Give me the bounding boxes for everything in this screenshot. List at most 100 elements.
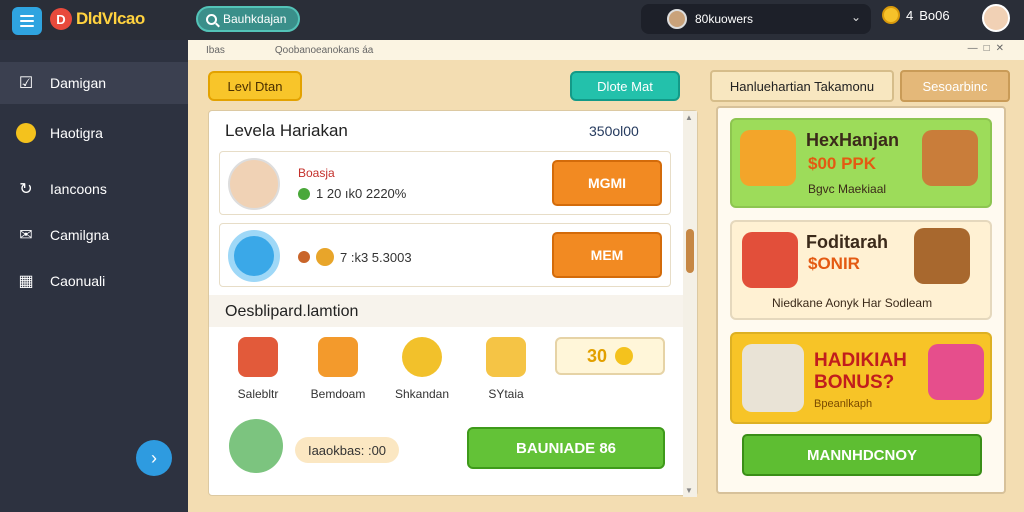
- window-controls[interactable]: —□✕: [968, 43, 1010, 54]
- panel-score: 350ol00: [589, 123, 639, 139]
- list-item: Boasja 1 20 ık0 2220% MGMI: [219, 151, 671, 215]
- item-stats: 7 :k3 5.3003: [298, 248, 412, 266]
- gift-item[interactable]: Bemdoam: [307, 337, 369, 401]
- coin-label: Bo06: [919, 7, 950, 23]
- reward-card[interactable]: HexHanjan $00 PPK Bgvc Maekiaal: [730, 118, 992, 208]
- sidebar: ☑ Damigan Haotigra ↻ Iancoons ✉ Camilgna…: [0, 40, 188, 512]
- sidebar-item-camilgna[interactable]: ✉ Camilgna: [0, 214, 188, 256]
- reward-card[interactable]: HADIKIAH BONUS? Bpeanlkaph: [730, 332, 992, 424]
- timer-pill: Iaaokbas: :00: [295, 437, 399, 463]
- coin-icon: [615, 347, 634, 365]
- sidebar-item-label: Iancoons: [50, 181, 107, 197]
- ring-avatar: [228, 230, 280, 282]
- scroll-up-icon[interactable]: ▲: [685, 113, 693, 122]
- reward-count: 30: [586, 345, 608, 366]
- rewards-action-button[interactable]: MANNHDCNOY: [742, 434, 982, 476]
- section-title: Oesblipard.lamtion: [225, 303, 359, 320]
- user-name: 80kuowers: [695, 12, 754, 26]
- user-avatar: [667, 9, 687, 29]
- robot-icon: [742, 344, 804, 412]
- hamburger-menu-icon[interactable]: [12, 7, 42, 35]
- card-title: Foditarah: [806, 232, 889, 252]
- sidebar-item-label: Caonuali: [50, 273, 106, 289]
- gift-label: Salebltr: [237, 387, 279, 401]
- chest-icon: [318, 337, 358, 377]
- tab-seasonal[interactable]: Sesoarbinc: [900, 70, 1010, 102]
- list-item: 7 :k3 5.3003 MEM: [219, 223, 671, 287]
- sidebar-item-damigan[interactable]: ☑ Damigan: [0, 62, 188, 104]
- calendar-icon: ▦: [18, 273, 34, 290]
- search-icon: [206, 13, 217, 25]
- gift-item[interactable]: SYtaia: [475, 337, 537, 401]
- player-avatar: [229, 419, 283, 473]
- card-title: HADIKIAH: [814, 350, 907, 371]
- checkbox-icon: ☑: [18, 75, 34, 92]
- expand-sidebar-button[interactable]: ›: [136, 440, 172, 476]
- sidebar-item-haotigra[interactable]: Haotigra: [0, 112, 188, 154]
- chest-icon: [914, 228, 970, 284]
- fruit-icon: [316, 248, 334, 266]
- coin-icon: [16, 123, 36, 143]
- player-avatar: [228, 158, 280, 210]
- breadcrumb-left[interactable]: Ibas: [206, 45, 225, 56]
- scrollbar[interactable]: ▲ ▼: [683, 111, 697, 497]
- top-bar: D DldVlcao Bauhkdajan 80kuowers ⌄ 4 Bo06: [0, 0, 1024, 40]
- sidebar-item-label: Damigan: [50, 75, 107, 91]
- user-dropdown[interactable]: 80kuowers ⌄: [641, 4, 871, 34]
- card-subtitle: Bpeanlkaph: [814, 398, 873, 410]
- claim-button[interactable]: BAUNIADE 86: [467, 427, 665, 469]
- sidebar-item-caonuali[interactable]: ▦ Caonuali: [0, 260, 188, 302]
- app-logo[interactable]: D DldVlcao: [50, 8, 145, 30]
- gift-bag-icon: [740, 130, 796, 186]
- envelope-icon: ✉: [19, 227, 33, 244]
- logo-mark-icon: D: [50, 8, 72, 30]
- scroll-thumb[interactable]: [686, 229, 694, 273]
- panel-title: Levela Hariakan: [225, 121, 348, 140]
- card-amount: $00 PPK: [808, 154, 877, 173]
- tab-bonuses[interactable]: Hanluehartian Takamonu: [710, 70, 894, 102]
- card-title: HexHanjan: [806, 130, 900, 150]
- banana-icon: [486, 337, 526, 377]
- player-stats: 1 20 ık0 2220%: [298, 186, 406, 201]
- sidebar-item-label: Camilgna: [50, 227, 110, 243]
- logo-text: DldVlcao: [76, 9, 145, 28]
- bean-icon: [298, 251, 310, 263]
- profile-avatar[interactable]: [982, 4, 1010, 32]
- gift-item[interactable]: Salebltr: [227, 337, 289, 401]
- search-box[interactable]: Bauhkdajan: [196, 6, 300, 32]
- stats-text: 7 :k3 5.3003: [340, 249, 412, 265]
- teal-button[interactable]: Dlote Mat: [570, 71, 680, 101]
- gift-label: SYtaia: [488, 387, 524, 401]
- gem-icon: [298, 187, 310, 200]
- search-text: Bauhkdajan: [223, 12, 287, 26]
- flower-pot-icon: [238, 337, 278, 377]
- main-area: Ibas Qoobanoeanokans áa —□✕ Levl Dtan Dl…: [188, 40, 1024, 512]
- gift-label: Bemdoam: [310, 387, 366, 401]
- player-name: Boasja: [298, 166, 335, 180]
- coin-balance: 4 Bo06: [882, 6, 950, 24]
- gift-label: Shkandan: [394, 387, 450, 401]
- card-amount: BONUS?: [814, 372, 895, 393]
- treasure-box-icon: [922, 130, 978, 186]
- reward-pill[interactable]: 30: [555, 337, 665, 375]
- action-button[interactable]: MEM: [552, 232, 662, 278]
- scroll-down-icon[interactable]: ▼: [685, 486, 693, 495]
- card-subtitle: Niedkane Aonyk Har Sodleam: [772, 296, 933, 310]
- reward-card[interactable]: Foditarah $ONIR Niedkane Aonyk Har Sodle…: [730, 220, 992, 320]
- stats-text: 1 20 ık0 2220%: [316, 186, 407, 201]
- gift-box-icon: [742, 232, 798, 288]
- action-button[interactable]: MGMI: [552, 160, 662, 206]
- coin-icon: [882, 6, 900, 24]
- level-button[interactable]: Levl Dtan: [208, 71, 302, 101]
- breadcrumb: Ibas Qoobanoeanokans áa —□✕: [188, 40, 1024, 60]
- gift-item[interactable]: Shkandan: [391, 337, 453, 401]
- rewards-panel: HexHanjan $00 PPK Bgvc Maekiaal Foditara…: [716, 106, 1006, 494]
- card-subtitle: Bgvc Maekiaal: [808, 182, 887, 196]
- sidebar-item-label: Haotigra: [50, 125, 103, 141]
- sidebar-item-iancoons[interactable]: ↻ Iancoons: [0, 168, 188, 210]
- card-amount: $ONIR: [808, 254, 860, 273]
- chevron-down-icon: ⌄: [850, 10, 861, 24]
- breadcrumb-right[interactable]: Qoobanoeanokans áa: [275, 45, 373, 56]
- potion-bottle-icon: [928, 344, 984, 400]
- level-panel: Levela Hariakan 350ol00 Boasja 1 20 ık0 …: [208, 110, 698, 497]
